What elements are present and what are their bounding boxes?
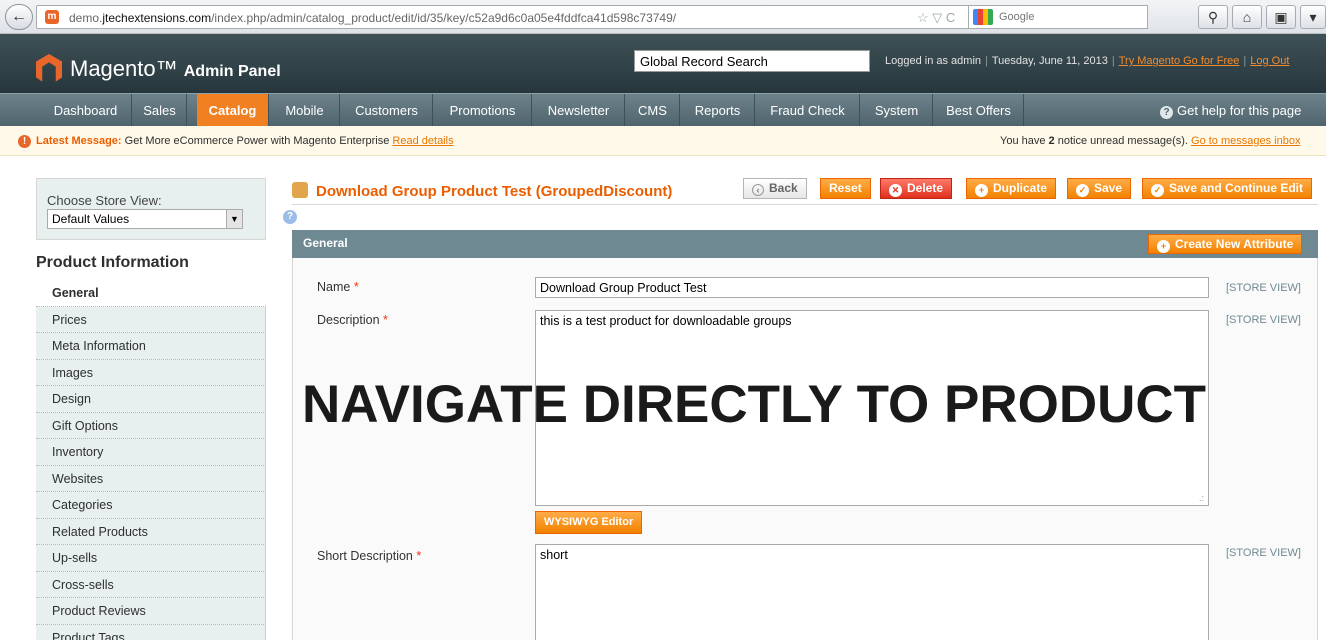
google-icon [973,9,993,25]
create-new-attribute-button[interactable]: + Create New Attribute [1148,234,1303,254]
tab-product-reviews[interactable]: Product Reviews [36,598,266,625]
latest-message: Latest Message: Get More eCommerce Power… [36,135,454,147]
tabs-title: Product Information [36,254,189,271]
tab-general[interactable]: General [36,280,266,307]
nav-promotions[interactable]: Promotions [434,94,532,127]
tab-product-tags[interactable]: Product Tags [36,624,266,640]
logout-link[interactable]: Log Out [1250,55,1289,67]
notification-bar: ! Latest Message: Get More eCommerce Pow… [0,126,1326,156]
search-engine-box[interactable]: Google [968,5,1148,29]
tab-categories[interactable]: Categories [36,492,266,519]
resize-handle-icon[interactable]: .: [1199,493,1204,503]
name-label: Name * [317,280,359,294]
nav-customers[interactable]: Customers [341,94,433,127]
global-record-search-input[interactable]: Global Record Search [634,50,870,72]
wysiwyg-editor-button[interactable]: WYSIWYG Editor [535,511,643,534]
nav-newsletter[interactable]: Newsletter [533,94,625,127]
main-nav: Dashboard Sales Catalog Mobile Customers… [0,93,1326,127]
tab-design[interactable]: Design [36,386,266,413]
plus-icon: + [975,184,988,197]
tab-related-products[interactable]: Related Products [36,518,266,545]
menu-icon[interactable]: ▾ [1300,5,1326,29]
product-tabs: General Prices Meta Information Images D… [36,280,266,640]
browser-back-button[interactable]: ← [5,4,33,30]
bookmarks-icon[interactable]: ▣ [1266,5,1296,29]
tab-meta-information[interactable]: Meta Information [36,333,266,360]
delete-button[interactable]: ✕ Delete [880,178,953,199]
short-description-label: Short Description * [317,549,422,563]
nav-fraud-check[interactable]: Fraud Check [756,94,860,127]
help-icon: ? [1160,106,1173,119]
logged-in-text: Logged in as admin [885,55,982,67]
short-description-scope: [STORE VIEW] [1226,547,1301,559]
help-icon[interactable]: ? [283,210,297,224]
messages-inbox-link[interactable]: Go to messages inbox [1191,135,1300,147]
page-title: Download Group Product Test (GroupedDisc… [316,183,673,200]
description-label: Description * [317,313,388,327]
section-header: General + Create New Attribute [292,230,1318,258]
nav-catalog[interactable]: Catalog [197,94,269,127]
store-view-switcher: Choose Store View: Default Values ▼ ? [36,178,297,240]
help-link[interactable]: ? Get help for this page [1160,94,1301,127]
title-divider [292,204,1318,205]
save-button[interactable]: ✓ Save [1067,178,1132,199]
tab-websites[interactable]: Websites [36,465,266,492]
admin-logo-text[interactable]: Magento™ Admin Panel [70,56,281,82]
tab-up-sells[interactable]: Up-sells [36,545,266,572]
home-icon[interactable]: ⌂ [1232,5,1262,29]
check-icon: ✓ [1076,184,1089,197]
general-fieldset: Name * Download Group Product Test [STOR… [292,258,1318,640]
back-button[interactable]: ‹ Back [743,178,807,199]
chevron-down-icon: ▼ [226,210,242,228]
product-box-icon [292,182,308,198]
tab-images[interactable]: Images [36,359,266,386]
read-details-link[interactable]: Read details [392,135,453,147]
duplicate-button[interactable]: + Duplicate [966,178,1057,199]
url-controls[interactable]: ☆ ▽ C [917,10,955,26]
try-magento-go-link[interactable]: Try Magento Go for Free [1119,55,1240,67]
check-icon: ✓ [1151,184,1164,197]
header-links: Logged in as admin | Tuesday, June 11, 201… [885,55,1290,67]
store-view-label: Choose Store View: [47,193,162,208]
section-title: General [303,236,348,250]
url-text[interactable]: demo.jtechextensions.com/index.php/admin… [69,11,676,25]
tab-cross-sells[interactable]: Cross-sells [36,571,266,598]
nav-sales[interactable]: Sales [133,94,187,127]
name-input[interactable]: Download Group Product Test [535,277,1209,298]
nav-dashboard[interactable]: Dashboard [40,94,132,127]
description-scope: [STORE VIEW] [1226,314,1301,326]
nav-mobile[interactable]: Mobile [270,94,340,127]
tab-inventory[interactable]: Inventory [36,439,266,466]
nav-reports[interactable]: Reports [681,94,755,127]
nav-best-offers[interactable]: Best Offers [934,94,1024,127]
save-and-continue-button[interactable]: ✓ Save and Continue Edit [1142,178,1313,199]
name-scope: [STORE VIEW] [1226,282,1301,294]
arrow-left-icon: ← [11,8,27,25]
annotation-overlay-text: NAVIGATE DIRECTLY TO PRODUCT [302,375,1207,434]
alert-icon: ! [18,135,31,148]
arrow-left-icon: ‹ [752,184,764,196]
plus-icon: + [1157,240,1170,253]
unread-messages: You have 2 notice unread message(s). Go … [1000,135,1301,147]
close-icon: ✕ [889,184,902,197]
nav-cms[interactable]: CMS [626,94,680,127]
header-date: Tuesday, June 11, 2013 [991,55,1108,67]
short-description-textarea[interactable]: short [535,544,1209,640]
reset-button[interactable]: Reset [820,178,871,199]
search-engine-label: Google [999,11,1035,23]
nav-system[interactable]: System [861,94,933,127]
tab-prices[interactable]: Prices [36,306,266,333]
store-view-select[interactable]: Default Values ▼ [47,209,243,229]
address-bar[interactable]: m demo.jtechextensions.com/index.php/adm… [36,5,1036,29]
tab-gift-options[interactable]: Gift Options [36,412,266,439]
browser-toolbar: ← m demo.jtechextensions.com/index.php/a… [0,0,1326,34]
search-icon[interactable]: ⚲ [1198,5,1228,29]
site-favicon-icon: m [45,10,59,24]
